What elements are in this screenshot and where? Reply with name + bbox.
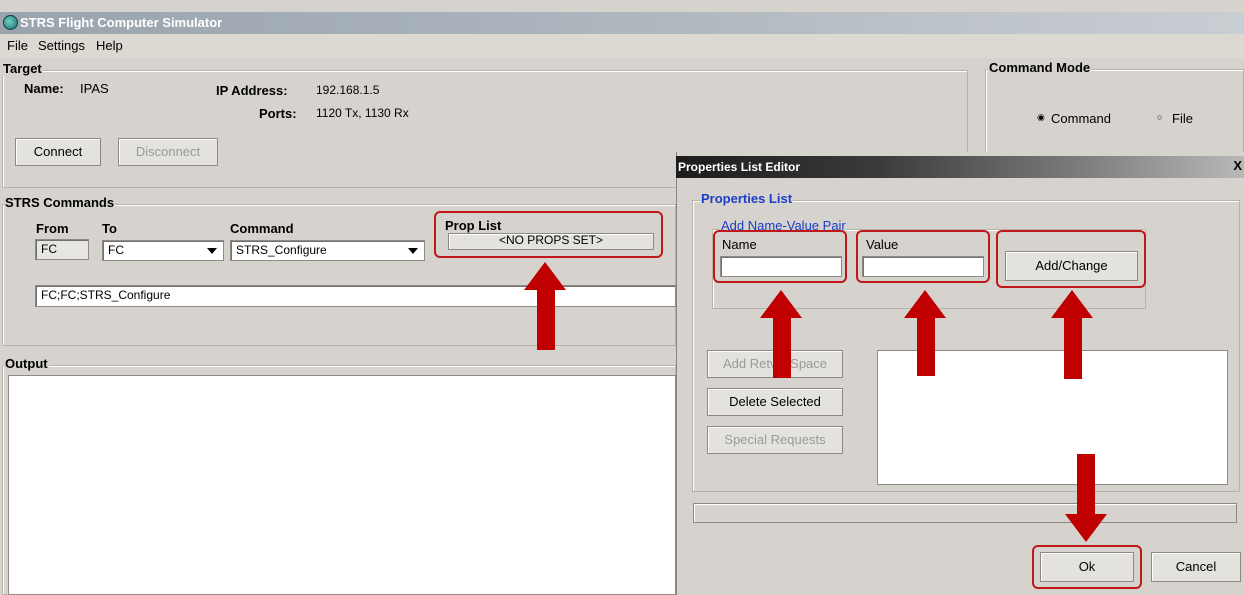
strs-commands-label: STRS Commands: [4, 195, 116, 210]
annotation-arrow-shaft: [537, 289, 555, 350]
app-icon: [3, 15, 18, 30]
annotation-arrow-shaft: [1064, 317, 1082, 379]
command-dropdown[interactable]: STRS_Configure: [230, 240, 425, 261]
annotation-arrow-up: [524, 262, 566, 290]
command-dropdown-value: STRS_Configure: [236, 243, 327, 257]
from-label: From: [36, 221, 69, 236]
dialog-title: Properties List Editor: [678, 160, 801, 174]
dialog-title-bar: Properties List Editor X: [676, 156, 1244, 178]
annotation-arrow-up: [904, 290, 946, 318]
status-bar: [693, 503, 1237, 523]
ip-address-label: IP Address:: [216, 83, 288, 98]
target-group-label: Target: [2, 61, 43, 76]
add-change-highlight: [996, 230, 1146, 288]
annotation-arrow-shaft: [917, 317, 935, 376]
output-textarea[interactable]: [8, 375, 676, 595]
file-radio[interactable]: ○: [1157, 112, 1162, 122]
annotation-arrow-shaft: [773, 317, 791, 378]
annotation-arrow-up: [1051, 290, 1093, 318]
name-highlight: [713, 230, 847, 283]
chevron-down-icon: [408, 248, 418, 254]
window-title: STRS Flight Computer Simulator: [20, 15, 223, 30]
name-value: IPAS: [80, 81, 109, 96]
value-highlight: [856, 230, 990, 283]
menu-file[interactable]: File: [7, 38, 28, 53]
file-radio-label: File: [1172, 111, 1193, 126]
name-label: Name:: [24, 81, 64, 96]
annotation-arrow-shaft: [1077, 454, 1095, 514]
close-icon[interactable]: X: [1233, 158, 1242, 173]
chevron-down-icon: [207, 248, 217, 254]
command-mode-label: Command Mode: [988, 60, 1092, 75]
properties-list-label: Properties List: [700, 191, 794, 206]
cancel-button[interactable]: Cancel: [1151, 552, 1241, 582]
special-requests-button[interactable]: Special Requests: [707, 426, 843, 454]
command-radio[interactable]: ◉: [1037, 112, 1045, 123]
menu-settings[interactable]: Settings: [38, 38, 85, 53]
menu-bar: File Settings Help: [0, 34, 1244, 58]
command-label: Command: [230, 221, 294, 236]
prop-list-highlight: [434, 211, 663, 258]
command-mode-group: [985, 69, 1244, 153]
ports-label: Ports:: [259, 106, 297, 121]
command-string-field[interactable]: FC;FC;STRS_Configure: [35, 285, 676, 307]
ip-address-value: 192.168.1.5: [316, 83, 380, 97]
command-radio-label: Command: [1051, 111, 1111, 126]
annotation-arrow-down: [1065, 514, 1107, 542]
to-dropdown-value: FC: [108, 243, 124, 257]
annotation-arrow-up: [760, 290, 802, 318]
connect-button[interactable]: Connect: [15, 138, 101, 166]
disconnect-button[interactable]: Disconnect: [118, 138, 218, 166]
ok-highlight: [1032, 545, 1142, 589]
menu-help[interactable]: Help: [96, 38, 123, 53]
delete-selected-button[interactable]: Delete Selected: [707, 388, 843, 416]
to-label: To: [102, 221, 117, 236]
ports-value: 1120 Tx, 1130 Rx: [316, 106, 409, 120]
title-bar: STRS Flight Computer Simulator: [0, 12, 1244, 34]
from-field: FC: [35, 239, 89, 260]
to-dropdown[interactable]: FC: [102, 240, 224, 261]
output-label: Output: [4, 356, 49, 371]
